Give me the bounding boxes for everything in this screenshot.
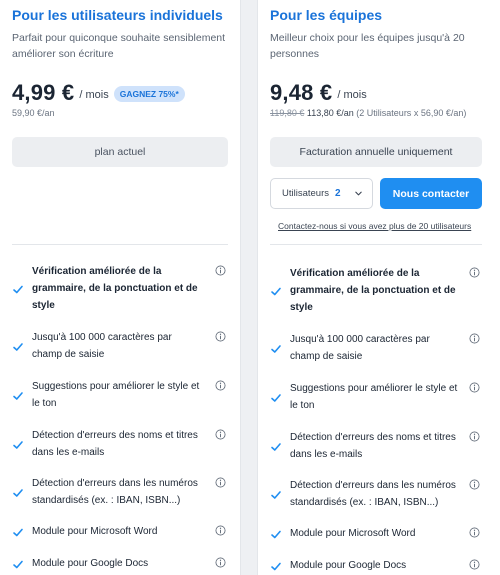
check-icon — [13, 560, 23, 569]
feature-item: Module pour Microsoft Word — [12, 523, 228, 540]
info-icon[interactable] — [215, 525, 226, 536]
plan-description: Parfait pour quiconque souhaite sensible… — [12, 32, 226, 60]
check-icon — [13, 528, 23, 537]
feature-item: Suggestions pour améliorer le style et l… — [270, 380, 482, 414]
feature-item: Détection d'erreurs des noms et titres d… — [12, 427, 228, 461]
feature-text: Détection d'erreurs des noms et titres d… — [32, 430, 198, 458]
feature-text: Jusqu'à 100 000 caractères par champ de … — [32, 332, 172, 360]
per-month-label: / mois — [79, 89, 109, 101]
check-icon — [13, 392, 23, 400]
divider — [12, 244, 228, 245]
feature-item: Module pour Google Docs — [270, 557, 482, 574]
check-icon — [271, 530, 281, 539]
discount-badge: GAGNEZ 75%* — [113, 86, 185, 102]
info-icon[interactable] — [469, 431, 480, 442]
plan-title: Pour les équipes — [270, 7, 383, 23]
feature-text: Détection d'erreurs dans les numéros sta… — [32, 478, 198, 506]
check-icon — [271, 491, 281, 499]
yearly-price: 119,80 € 113,80 €/an (2 Utilisateurs x 5… — [270, 108, 466, 118]
feature-text: Suggestions pour améliorer le style et l… — [32, 381, 200, 409]
plan-card-individual: Pour les utilisateurs individuels Parfai… — [0, 0, 241, 575]
info-icon[interactable] — [215, 331, 226, 342]
per-month-label: / mois — [337, 89, 367, 101]
check-icon — [13, 343, 23, 351]
check-icon — [13, 285, 23, 294]
users-count-select[interactable]: Utilisateurs 2 — [270, 178, 373, 209]
feature-text: Module pour Google Docs — [290, 560, 407, 571]
plan-description: Meilleur choix pour les équipes jusqu'à … — [270, 32, 465, 60]
check-icon — [271, 394, 281, 402]
feature-text: Vérification améliorée de la grammaire, … — [290, 268, 456, 313]
old-yearly-price: 119,80 € — [270, 108, 305, 118]
plan-title: Pour les utilisateurs individuels — [12, 7, 223, 23]
feature-item: Suggestions pour améliorer le style et l… — [12, 378, 228, 412]
chevron-down-icon — [355, 191, 362, 196]
price: 4,99 € — [12, 80, 75, 105]
check-icon — [13, 489, 23, 497]
check-icon — [271, 345, 281, 353]
new-yearly-price: 113,80 €/an — [306, 108, 354, 118]
feature-text: Module pour Microsoft Word — [32, 526, 158, 537]
check-icon — [13, 441, 23, 449]
info-icon[interactable] — [469, 333, 480, 344]
info-icon[interactable] — [469, 527, 480, 538]
feature-item: Détection d'erreurs des noms et titres d… — [270, 429, 482, 463]
info-icon[interactable] — [215, 477, 226, 488]
feature-text: Détection d'erreurs dans les numéros sta… — [290, 480, 456, 508]
feature-item: Jusqu'à 100 000 caractères par champ de … — [270, 331, 482, 365]
users-count-value: 2 — [335, 188, 341, 199]
info-icon[interactable] — [215, 429, 226, 440]
annual-billing-button[interactable]: Facturation annuelle uniquement — [270, 137, 482, 167]
feature-item: Détection d'erreurs dans les numéros sta… — [270, 477, 482, 511]
feature-item: Vérification améliorée de la grammaire, … — [12, 263, 228, 314]
yearly-price-detail: (2 Utilisateurs x 56,90 €/an) — [356, 108, 467, 118]
contact-link[interactable]: Contactez-nous si vous avez plus de 20 u… — [278, 221, 471, 231]
feature-text: Module pour Google Docs — [32, 558, 149, 569]
info-icon[interactable] — [469, 382, 480, 393]
feature-text: Vérification améliorée de la grammaire, … — [32, 266, 198, 311]
price-row: 9,48 € / mois — [270, 80, 367, 106]
feature-text: Module pour Microsoft Word — [290, 528, 416, 539]
price: 9,48 € — [270, 80, 333, 105]
info-icon[interactable] — [215, 557, 226, 568]
feature-item: Détection d'erreurs dans les numéros sta… — [12, 475, 228, 509]
contact-us-button[interactable]: Nous contacter — [380, 178, 482, 209]
plan-card-teams: Pour les équipes Meilleur choix pour les… — [257, 0, 500, 575]
info-icon[interactable] — [215, 265, 226, 276]
info-icon[interactable] — [469, 479, 480, 490]
check-icon — [271, 562, 281, 571]
divider — [270, 244, 482, 245]
feature-item: Vérification améliorée de la grammaire, … — [270, 265, 482, 316]
check-icon — [271, 443, 281, 451]
feature-text: Suggestions pour améliorer le style et l… — [290, 383, 458, 411]
info-icon[interactable] — [469, 267, 480, 278]
info-icon[interactable] — [469, 559, 480, 570]
info-icon[interactable] — [215, 380, 226, 391]
yearly-price: 59,90 €/an — [12, 108, 55, 118]
feature-text: Jusqu'à 100 000 caractères par champ de … — [290, 334, 430, 362]
price-row: 4,99 € / mois GAGNEZ 75%* — [12, 80, 185, 106]
feature-text: Détection d'erreurs des noms et titres d… — [290, 432, 456, 460]
users-label: Utilisateurs — [282, 188, 329, 199]
feature-item: Module pour Microsoft Word — [270, 525, 482, 542]
feature-item: Jusqu'à 100 000 caractères par champ de … — [12, 329, 228, 363]
current-plan-button[interactable]: plan actuel — [12, 137, 228, 167]
feature-item: Module pour Google Docs — [12, 555, 228, 572]
check-icon — [271, 287, 281, 296]
